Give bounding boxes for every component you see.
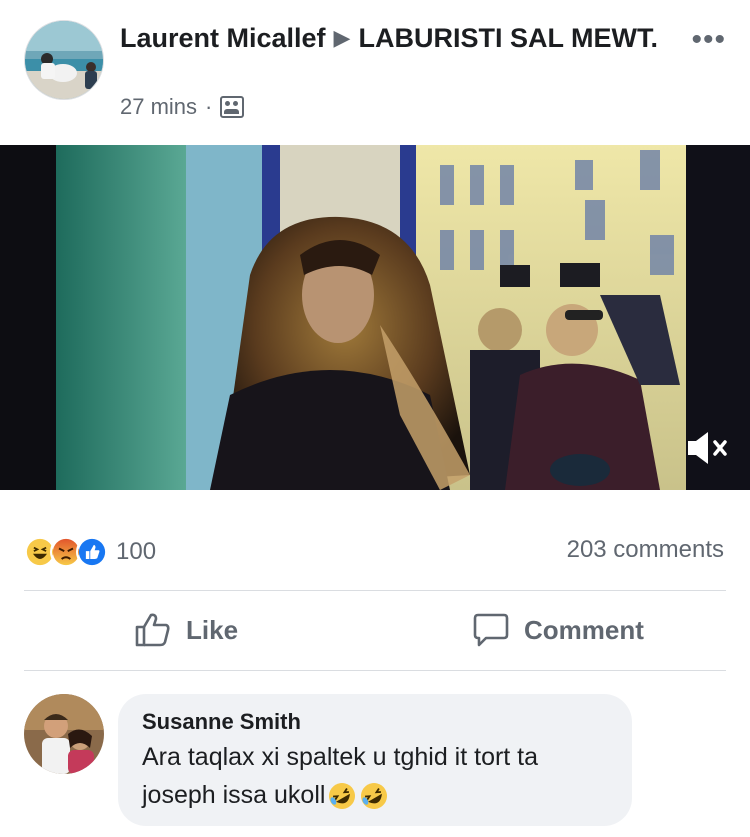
rolling-on-floor-laughing-emoji-icon	[361, 783, 388, 810]
post-title: Laurent Micallef ▶ LABURISTI SAL MEWT.	[120, 22, 680, 56]
reaction-count: 100	[116, 538, 157, 565]
commenter-avatar[interactable]	[24, 694, 104, 774]
speech-bubble-icon	[473, 613, 509, 647]
post-header: Laurent Micallef ▶ LABURISTI SAL MEWT. 27 …	[0, 0, 750, 140]
like-label: Like	[186, 614, 239, 645]
mute-toggle-button[interactable]	[686, 428, 732, 468]
comment-line-2: joseph issa ukoll	[142, 781, 326, 809]
group-icon	[220, 96, 245, 118]
author-name[interactable]: Laurent Micallef	[120, 23, 326, 53]
comment-bubble: Susanne Smith Ara taqlax xi spaltek u tg…	[118, 694, 632, 826]
rolling-on-floor-laughing-emoji-icon	[329, 783, 356, 810]
post-time[interactable]: 27 mins	[120, 94, 197, 120]
post-actions-bar: Like Comment	[0, 590, 750, 670]
more-options-button[interactable]: •••	[691, 25, 726, 55]
reactions-summary[interactable]: 100	[24, 532, 156, 572]
group-name[interactable]: LABURISTI SAL MEWT.	[358, 23, 658, 53]
post-meta: 27 mins ·	[120, 94, 245, 120]
thumbs-up-icon	[135, 613, 170, 647]
like-button[interactable]: Like	[134, 590, 238, 670]
comment-line-1: Ara taqlax xi spaltek u tghid it tort ta	[142, 743, 539, 771]
commenter-name[interactable]: Susanne Smith	[142, 708, 608, 736]
meta-separator: ·	[205, 94, 213, 119]
feed-post: Laurent Micallef ▶ LABURISTI SAL MEWT. 27 …	[0, 0, 750, 837]
comment-label: Comment	[524, 614, 644, 645]
divider	[24, 670, 726, 671]
like-reaction-icon	[76, 536, 108, 568]
speaker-muted-icon	[688, 432, 727, 464]
comments-count-link[interactable]: 203 comments	[567, 536, 724, 564]
comment-text: Ara taqlax xi spaltek u tghid it tort ta…	[142, 738, 608, 814]
comment-button[interactable]: Comment	[472, 590, 644, 670]
video-frame	[0, 145, 750, 490]
post-video[interactable]	[0, 145, 750, 490]
reaction-icons	[24, 536, 108, 568]
more-dots-icon: •••	[691, 23, 726, 56]
author-avatar[interactable]	[24, 20, 104, 100]
triangle-right-icon: ▶	[333, 25, 351, 50]
